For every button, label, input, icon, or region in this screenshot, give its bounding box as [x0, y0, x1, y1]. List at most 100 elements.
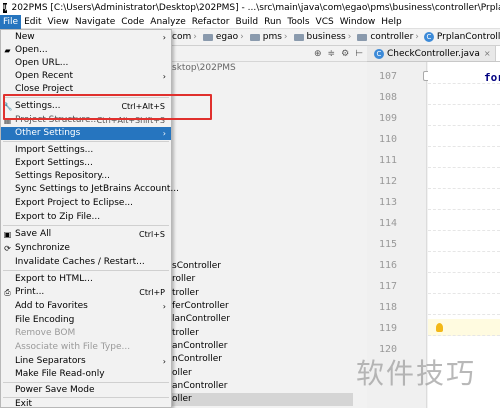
code-line [428, 151, 500, 168]
breadcrumb-item-prplancontroller[interactable]: CPrplanController [421, 32, 500, 42]
menu-item-other-settings[interactable]: Other Settings › [1, 127, 171, 140]
folder-icon [293, 33, 304, 41]
menu-code[interactable]: Code [118, 15, 147, 29]
menu-refactor[interactable]: Refactor [189, 15, 233, 29]
line-number: 113 [378, 197, 397, 208]
gear-icon[interactable]: ⚙ [341, 49, 349, 59]
menu-item-exit[interactable]: Exit [1, 398, 171, 408]
menu-bar: File Edit View Navigate Code Analyze Ref… [0, 14, 500, 29]
breadcrumb-separator: › [193, 32, 197, 42]
folder-icon [249, 33, 260, 41]
menu-item-export-zip[interactable]: Export to Zip File... [1, 211, 171, 224]
menu-item-open-url[interactable]: Open URL... [1, 57, 171, 70]
menu-item-print[interactable]: ⎙ Print... Ctrl+P [1, 286, 171, 299]
code-line [428, 235, 500, 252]
menu-item-import-settings[interactable]: Import Settings... [1, 144, 171, 157]
menu-item-export-eclipse[interactable]: Export Project to Eclipse... [1, 197, 171, 210]
hide-icon[interactable]: ⊢ [355, 49, 363, 59]
tab-checkcontroller[interactable]: C CheckController.java × [367, 46, 496, 61]
menu-item-new[interactable]: New › [1, 31, 171, 44]
tree-item[interactable]: roller [172, 273, 195, 286]
menu-item-make-read-only[interactable]: Make File Read-only [1, 368, 171, 381]
breadcrumb-separator: › [240, 32, 244, 42]
line-number: 117 [378, 281, 397, 292]
menu-item-sync-settings[interactable]: Sync Settings to JetBrains Account... [1, 183, 179, 196]
class-icon: C [423, 32, 434, 42]
breadcrumb-item-controller[interactable]: controller [353, 32, 413, 42]
menu-window[interactable]: Window [337, 15, 379, 29]
highlight-annotation-box [3, 94, 212, 120]
menu-item-export-html[interactable]: Export to HTML... [1, 273, 171, 286]
menu-item-export-settings[interactable]: Export Settings... [1, 157, 171, 170]
window-title: 202PMS [C:\Users\Administrator\Desktop\2… [11, 2, 500, 13]
menu-build[interactable]: Build [233, 15, 262, 29]
tree-item[interactable]: anController [172, 340, 228, 353]
tree-item[interactable]: anController [172, 380, 228, 393]
menu-analyze[interactable]: Analyze [147, 15, 188, 29]
target-icon[interactable]: ⊕ [314, 49, 322, 59]
tab-prplancontroller[interactable]: C Pr [495, 46, 500, 61]
lightbulb-icon[interactable] [436, 323, 443, 332]
menu-item-save-all[interactable]: ▣ Save All Ctrl+S [1, 228, 171, 241]
line-number: 119 [378, 323, 397, 334]
code-line [428, 130, 500, 147]
menu-separator [3, 141, 169, 142]
breadcrumb-item-com[interactable]: com [172, 32, 191, 42]
breadcrumb-separator: › [283, 32, 288, 42]
menu-vcs[interactable]: VCS [313, 15, 337, 29]
menu-view[interactable]: View [45, 15, 72, 29]
menu-file[interactable]: File [0, 14, 22, 29]
line-number: 118 [378, 302, 397, 313]
breadcrumb-separator: › [347, 32, 352, 42]
menu-item-synchronize[interactable]: ⟳ Synchronize [1, 242, 171, 255]
code-line [428, 256, 500, 273]
collapse-icon[interactable]: ≑ [328, 49, 336, 59]
code-line [428, 298, 500, 315]
editor-tabs: C CheckController.java × C Pr [367, 46, 500, 62]
line-number: 107 [378, 71, 397, 82]
code-line [428, 109, 500, 126]
code-line [428, 277, 500, 294]
menu-item-associate-file-type: Associate with File Type... [15, 342, 131, 352]
code-line [428, 172, 500, 189]
breadcrumb: com › egao › pms › business › controller… [172, 29, 500, 46]
menu-run[interactable]: Run [261, 15, 284, 29]
breadcrumb-item-pms[interactable]: pms [246, 32, 282, 42]
menu-item-invalidate-caches[interactable]: Invalidate Caches / Restart... [1, 256, 171, 269]
menu-edit[interactable]: Edit [21, 15, 44, 29]
tree-item[interactable]: oller [172, 367, 192, 380]
menu-item-file-encoding[interactable]: File Encoding [1, 314, 171, 327]
code-keyword: for [484, 71, 500, 84]
tree-item[interactable]: sController [172, 260, 221, 273]
menu-item-line-separators[interactable]: Line Separators › [1, 355, 171, 368]
project-root-path: sktop\202PMS [172, 63, 236, 73]
window-titlebar: IJ 202PMS [C:\Users\Administrator\Deskto… [0, 0, 500, 15]
line-number: 110 [378, 134, 397, 145]
tree-item[interactable]: troller [172, 287, 199, 300]
tree-item[interactable]: nController [172, 353, 222, 366]
tree-item-selected[interactable]: oller [172, 393, 353, 406]
save-icon: ▣ [3, 230, 12, 239]
menu-item-open[interactable]: ▰ Open... [1, 44, 171, 57]
breadcrumb-item-egao[interactable]: egao [199, 32, 238, 42]
breadcrumb-item-business[interactable]: business [290, 32, 346, 42]
close-icon[interactable]: × [484, 49, 491, 58]
print-icon: ⎙ [4, 288, 11, 297]
menu-tools[interactable]: Tools [284, 15, 312, 29]
code-line [428, 88, 500, 105]
sync-icon: ⟳ [4, 244, 11, 253]
file-menu-dropdown: New › ▰ Open... Open URL... Open Recent › C… [0, 29, 179, 408]
menu-item-settings-repository[interactable]: Settings Repository... [1, 170, 171, 183]
menu-item-open-recent[interactable]: Open Recent › [1, 70, 171, 83]
menu-navigate[interactable]: Navigate [72, 15, 118, 29]
watermark-text: 软件技巧 [356, 357, 477, 390]
line-number: 116 [378, 260, 397, 271]
tree-item[interactable]: troller [172, 327, 199, 340]
tree-item[interactable]: ferController [172, 300, 229, 313]
tree-item[interactable]: lanController [172, 313, 230, 326]
menu-help[interactable]: Help [378, 15, 405, 29]
folder-icon: ▰ [4, 46, 11, 55]
menu-item-add-to-favorites[interactable]: Add to Favorites › [1, 300, 171, 313]
class-icon: C [374, 48, 384, 59]
menu-item-power-save-mode[interactable]: Power Save Mode [1, 384, 171, 397]
